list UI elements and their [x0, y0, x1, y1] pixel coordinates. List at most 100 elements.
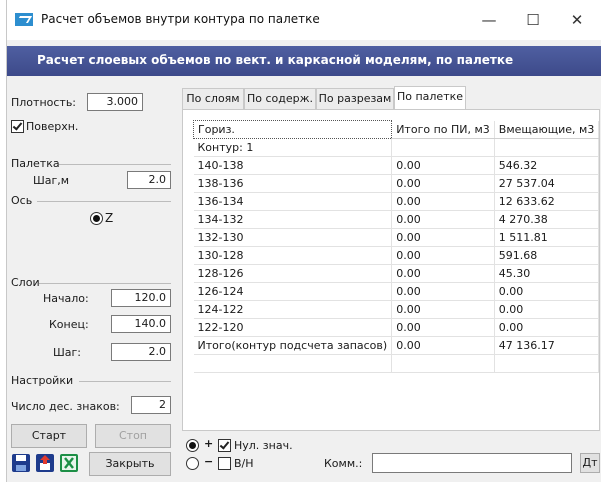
- plus-radio[interactable]: [186, 439, 199, 452]
- table-cell: 1 511.81: [494, 228, 600, 247]
- table-cell: 128-126: [193, 264, 393, 283]
- density-input[interactable]: 3.000: [87, 93, 143, 111]
- table-cell: 126-124: [193, 282, 393, 301]
- tab-by-content[interactable]: По содерж.: [244, 88, 316, 109]
- stop-button[interactable]: Стоп: [95, 424, 171, 448]
- comment-label: Комм.:: [324, 457, 363, 470]
- surface-label: Поверхн.: [26, 120, 79, 133]
- table-row[interactable]: [193, 354, 600, 373]
- table-cell: 45.30: [494, 264, 600, 283]
- table-cell: 140-138: [193, 156, 393, 175]
- plus-label: +: [204, 437, 214, 450]
- table-row[interactable]: 140-138 0.00 546.32: [193, 156, 600, 175]
- table-row[interactable]: 134-132 0.00 4 270.38: [193, 210, 600, 229]
- palette-divider: [59, 164, 171, 165]
- table-cell: 134-132: [193, 210, 393, 229]
- start-label: Начало:: [43, 292, 89, 305]
- step-label: Шаг,м: [33, 174, 70, 187]
- table-cell: [494, 138, 600, 157]
- table-row[interactable]: 138-136 0.00 27 537.04: [193, 174, 600, 193]
- table-cell: 4 270.38: [494, 210, 600, 229]
- table-row[interactable]: 126-124 0.00 0.00: [193, 282, 600, 301]
- table-row[interactable]: 132-130 0.00 1 511.81: [193, 228, 600, 247]
- table-row[interactable]: 130-128 0.00 591.68: [193, 246, 600, 265]
- start-input[interactable]: 120.0: [111, 289, 171, 307]
- end-label: Конец:: [49, 318, 89, 331]
- table-cell: Итого(контур подсчета запасов): [193, 336, 393, 355]
- minus-label: −: [204, 455, 214, 468]
- table-cell: 0.00: [494, 318, 600, 337]
- tab-by-sections[interactable]: По разрезам: [316, 88, 394, 109]
- main-window: Расчет объемов внутри контура по палетке…: [6, 0, 601, 482]
- settings-divider: [79, 381, 171, 382]
- table-cell: 122-120: [193, 318, 393, 337]
- table-row[interactable]: 122-120 0.00 0.00: [193, 318, 600, 337]
- results-panel: Гориз. Итого по ПИ, м3 Вмещающие, м3 Кон…: [182, 109, 600, 431]
- app-icon: [15, 13, 33, 26]
- palette-group-label: Палетка: [11, 157, 60, 170]
- table-cell: 47 136.17: [494, 336, 600, 355]
- layers-group-label: Слои: [11, 276, 40, 289]
- axis-divider: [37, 201, 171, 202]
- null-values-label: Нул. знач.: [234, 439, 293, 452]
- null-values-checkbox[interactable]: [218, 439, 231, 452]
- table-row[interactable]: 136-134 0.00 12 633.62: [193, 192, 600, 211]
- table-cell: [193, 354, 393, 373]
- table-cell: 0.00: [391, 264, 495, 283]
- layer-step-input[interactable]: 2.0: [111, 343, 171, 361]
- table-cell: 138-136: [193, 174, 393, 193]
- tab-by-palette[interactable]: По палетке: [394, 86, 466, 109]
- table-row[interactable]: Контур: 1: [193, 138, 600, 157]
- table-row[interactable]: 128-126 0.00 45.30: [193, 264, 600, 283]
- export-icon[interactable]: [35, 453, 55, 473]
- title-bar: Расчет объемов внутри контура по палетке…: [7, 0, 601, 40]
- table-cell: 0.00: [494, 300, 600, 319]
- table-cell: 124-122: [193, 300, 393, 319]
- table-cell: 0.00: [391, 246, 495, 265]
- column-header[interactable]: Гориз.: [192, 120, 393, 139]
- header-band: Расчет слоевых объемов по вект. и каркас…: [7, 46, 601, 76]
- step-input[interactable]: 2.0: [127, 171, 171, 189]
- table-cell: 130-128: [193, 246, 393, 265]
- minimize-button[interactable]: —: [467, 6, 511, 34]
- axis-group-label: Ось: [11, 194, 33, 207]
- table-cell: 0.00: [391, 192, 495, 211]
- table-cell: 132-130: [193, 228, 393, 247]
- tab-by-layers[interactable]: По слоям: [182, 88, 244, 109]
- density-label: Плотность:: [11, 96, 77, 109]
- surface-checkbox[interactable]: [11, 120, 24, 133]
- comment-input[interactable]: [372, 453, 572, 473]
- table-row[interactable]: Итого(контур подсчета запасов) 0.00 47 136…: [193, 336, 600, 355]
- axis-z-radio[interactable]: [90, 212, 103, 225]
- left-settings-panel: Плотность: 3.000 Поверхн. Палетка Шаг,м …: [7, 80, 177, 480]
- table-cell: 136-134: [193, 192, 393, 211]
- table-cell: 12 633.62: [494, 192, 600, 211]
- decimals-label: Число дес. знаков:: [11, 400, 120, 413]
- table-cell: 546.32: [494, 156, 600, 175]
- close-dialog-button[interactable]: Закрыть: [89, 452, 171, 476]
- header-title: Расчет слоевых объемов по вект. и каркас…: [37, 53, 514, 67]
- table-cell: 0.00: [391, 228, 495, 247]
- table-header-row: Гориз. Итого по ПИ, м3 Вмещающие, м3: [192, 120, 600, 139]
- minus-radio[interactable]: [186, 457, 199, 470]
- close-button[interactable]: ✕: [555, 6, 599, 34]
- maximize-button[interactable]: ☐: [511, 6, 555, 34]
- table-cell: 0.00: [391, 174, 495, 193]
- start-button[interactable]: Старт: [11, 424, 87, 448]
- column-header[interactable]: Вмещающие, м3: [494, 120, 600, 139]
- excel-icon[interactable]: [59, 453, 79, 473]
- axis-z-label: Z: [105, 211, 114, 225]
- end-input[interactable]: 140.0: [111, 315, 171, 333]
- bn-checkbox[interactable]: [218, 457, 231, 470]
- table-cell: Контур: 1: [193, 138, 393, 157]
- layers-divider: [39, 283, 171, 284]
- decimals-input[interactable]: 2: [131, 396, 171, 414]
- table-cell: [391, 354, 495, 373]
- save-icon[interactable]: [11, 453, 31, 473]
- dt-button[interactable]: Дт: [580, 453, 600, 473]
- table-row[interactable]: 124-122 0.00 0.00: [193, 300, 600, 319]
- table-cell: [494, 354, 600, 373]
- table-cell: 0.00: [391, 336, 495, 355]
- column-header[interactable]: Итого по ПИ, м3: [391, 120, 495, 139]
- bottom-controls: + Нул. знач. − В/Н Комм.: Дт: [182, 435, 601, 480]
